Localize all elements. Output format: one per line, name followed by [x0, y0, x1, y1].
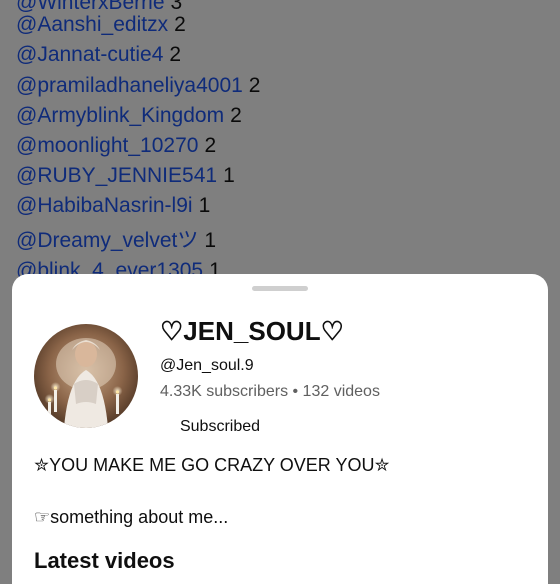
channel-stats: 4.33K subscribers • 132 videos [160, 383, 380, 400]
mention-handle-link[interactable]: @Armyblink_Kingdom [16, 104, 224, 127]
mention-handle-link[interactable]: @RUBY_JENNIE541 [16, 164, 217, 187]
latest-videos-heading: Latest videos [34, 548, 175, 573]
mention-count: 2 [248, 74, 261, 97]
mention-handle-link[interactable]: @Jannat-cutie4 [16, 43, 163, 66]
channel-description-line[interactable]: ☞something about me... [34, 507, 228, 528]
mention-row: @RUBY_JENNIE541 1 [16, 161, 235, 191]
mention-count: 2 [204, 134, 217, 157]
mention-handle-link[interactable]: @Dreamy_velvetツ [16, 229, 198, 252]
channel-description-line: ✮YOU MAKE ME GO CRAZY OVER YOU✮ [34, 455, 390, 475]
avatar-photo [34, 324, 138, 428]
channel-title: ♡JEN_SOUL♡ [160, 316, 344, 346]
mention-handle-link[interactable]: @Aanshi_editzx [16, 13, 168, 36]
mention-row: @Armyblink_Kingdom 2 [16, 101, 242, 131]
mention-row: @Jannat-cutie4 2 [16, 40, 181, 70]
mention-handle-link[interactable]: @pramiladhaneliya4001 [16, 74, 243, 97]
mention-row: @Aanshi_editzx 2 [16, 10, 186, 40]
mention-count: 1 [198, 194, 211, 217]
mention-row: @Dreamy_velvetツ 1 [16, 226, 216, 256]
mention-handle-link[interactable]: @HabibaNasrin-l9i [16, 194, 193, 217]
mention-count: 2 [174, 13, 186, 36]
channel-bottom-sheet: ♡JEN_SOUL♡ @Jen_soul.9 4.33K subscribers… [12, 274, 548, 584]
mention-count: 2 [169, 43, 182, 66]
sheet-drag-handle[interactable] [252, 286, 308, 291]
mention-count: 1 [223, 164, 235, 187]
channel-avatar[interactable] [34, 324, 138, 428]
mention-count: 2 [230, 104, 242, 127]
subscribed-button[interactable]: Subscribed [164, 410, 276, 444]
mention-row: @pramiladhaneliya4001 2 [16, 71, 260, 101]
mention-row: @moonlight_10270 2 [16, 131, 216, 161]
mention-count: 1 [204, 229, 217, 252]
mention-handle-link[interactable]: @moonlight_10270 [16, 134, 198, 157]
mention-row: @HabibaNasrin-l9i 1 [16, 191, 210, 221]
channel-handle: @Jen_soul.9 [160, 357, 254, 374]
